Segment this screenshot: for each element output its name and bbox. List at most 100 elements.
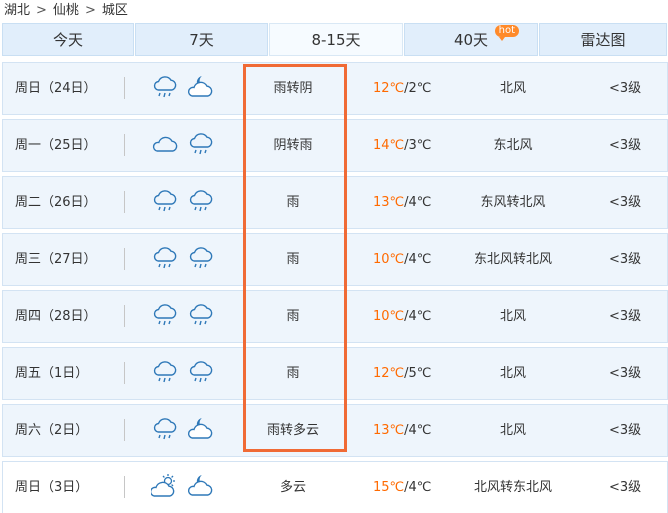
tab-40-days[interactable]: 40天 hot [404, 23, 538, 56]
divider [124, 476, 125, 498]
breadcrumb-separator: > [36, 3, 47, 18]
wind-level: <3级 [609, 480, 642, 495]
temperature: 14℃/3℃ [373, 120, 431, 171]
moon-cloud-icon [187, 472, 215, 502]
temperature: 13℃/4℃ [373, 177, 431, 228]
cloud-icon [151, 130, 179, 160]
temp-low: /4℃ [404, 423, 432, 438]
weather-icons [151, 130, 215, 160]
wind-level: <3级 [609, 309, 642, 324]
breadcrumb-province[interactable]: 湖北 [4, 3, 30, 18]
temperature: 10℃/4℃ [373, 234, 431, 285]
forecast-row: 周三（27日） 雨 10℃/4℃ 东北风转北风 <3级 [2, 233, 668, 286]
wind-level: <3级 [609, 366, 642, 381]
temp-low: /4℃ [404, 195, 432, 210]
day-label: 周日（3日） [15, 480, 89, 495]
temp-low: /2℃ [404, 81, 432, 96]
wind-level: <3级 [609, 252, 642, 267]
wind-level: <3级 [609, 195, 642, 210]
wind-direction: 北风 [499, 366, 526, 381]
wind-direction: 东北风 [493, 138, 533, 153]
breadcrumb-city[interactable]: 仙桃 [53, 3, 79, 18]
rain-cloud-icon [187, 187, 215, 217]
temp-low: /4℃ [404, 252, 432, 267]
temp-low: /4℃ [404, 309, 432, 324]
tab-label: 40天 [453, 31, 489, 49]
divider [124, 191, 125, 213]
forecast-row: 周四（28日） 雨 10℃/4℃ 北风 <3级 [2, 290, 668, 343]
divider [124, 419, 125, 441]
breadcrumb-district[interactable]: 城区 [102, 3, 128, 18]
day-label: 周一（25日） [15, 138, 97, 153]
temp-high: 14℃ [373, 138, 405, 153]
temperature: 12℃/2℃ [373, 63, 431, 114]
moon-cloud-icon [187, 73, 215, 103]
forecast-row: 周日（24日） 雨转阴 12℃/2℃ 北风 <3级 [2, 62, 668, 115]
tab-label: 雷达图 [580, 31, 626, 49]
weather-description: 雨 [286, 195, 300, 210]
weather-description: 阴转雨 [273, 138, 313, 153]
rain-cloud-icon [187, 130, 215, 160]
wind-direction: 北风转东北风 [473, 480, 552, 495]
day-label: 周四（28日） [15, 309, 97, 324]
temperature: 13℃/4℃ [373, 405, 431, 456]
breadcrumb-separator: > [84, 3, 96, 18]
wind-level: <3级 [609, 81, 642, 96]
weather-description: 雨 [286, 366, 300, 381]
rain-cloud-icon [151, 358, 179, 388]
breadcrumb: 湖北 > 仙桃 > 城区 [4, 1, 128, 21]
rain-cloud-icon [151, 415, 179, 445]
forecast-row: 周一（25日） 阴转雨 14℃/3℃ 东北风 <3级 [2, 119, 668, 172]
tab-7-days[interactable]: 7天 [135, 23, 268, 56]
forecast-tabs: 今天 7天 8-15天 40天 hot 雷达图 [2, 23, 668, 56]
forecast-row: 周二（26日） 雨 13℃/4℃ 东风转北风 <3级 [2, 176, 668, 229]
sun-cloud-icon [151, 472, 179, 502]
temperature: 12℃/5℃ [373, 348, 431, 399]
divider [124, 134, 125, 156]
tab-today[interactable]: 今天 [2, 23, 134, 56]
tab-label: 今天 [52, 31, 83, 49]
wind-direction: 北风 [499, 423, 526, 438]
wind-direction: 东北风转北风 [473, 252, 552, 267]
divider [124, 305, 125, 327]
weather-icons [151, 73, 215, 103]
wind-level: <3级 [609, 423, 642, 438]
divider [124, 362, 125, 384]
wind-level: <3级 [609, 138, 642, 153]
weather-icons [151, 187, 215, 217]
forecast-row: 周日（3日） 多云 15℃/4℃ 北风转东北风 <3级 [2, 461, 668, 513]
temperature: 10℃/4℃ [373, 291, 431, 342]
rain-cloud-icon [187, 301, 215, 331]
tab-8-15-days[interactable]: 8-15天 [269, 23, 403, 56]
weather-icons [151, 415, 215, 445]
rain-cloud-icon [151, 187, 179, 217]
temperature: 15℃/4℃ [373, 462, 431, 513]
hot-badge: hot [494, 25, 519, 41]
temp-low: /3℃ [404, 138, 432, 153]
weather-description: 雨 [286, 252, 300, 267]
weather-icons [151, 244, 215, 274]
temp-low: /5℃ [404, 366, 432, 381]
forecast-row: 周六（2日） 雨转多云 13℃/4℃ 北风 <3级 [2, 404, 668, 457]
moon-cloud-icon [187, 415, 215, 445]
temp-high: 13℃ [373, 423, 405, 438]
day-label: 周六（2日） [15, 423, 89, 438]
tab-radar-map[interactable]: 雷达图 [539, 23, 667, 56]
divider [124, 248, 125, 270]
temp-high: 15℃ [373, 480, 405, 495]
weather-icons [151, 472, 215, 502]
day-label: 周三（27日） [15, 252, 97, 267]
weather-description: 雨转多云 [266, 423, 319, 438]
wind-direction: 北风 [499, 309, 526, 324]
temp-low: /4℃ [404, 480, 432, 495]
weather-icons [151, 301, 215, 331]
rain-cloud-icon [151, 73, 179, 103]
wind-direction: 北风 [499, 81, 526, 96]
day-label: 周日（24日） [15, 81, 97, 96]
weather-icons [151, 358, 215, 388]
temp-high: 12℃ [373, 366, 405, 381]
temp-high: 13℃ [373, 195, 405, 210]
wind-direction: 东风转北风 [480, 195, 546, 210]
weather-description: 雨转阴 [273, 81, 313, 96]
weather-description: 多云 [279, 480, 306, 495]
